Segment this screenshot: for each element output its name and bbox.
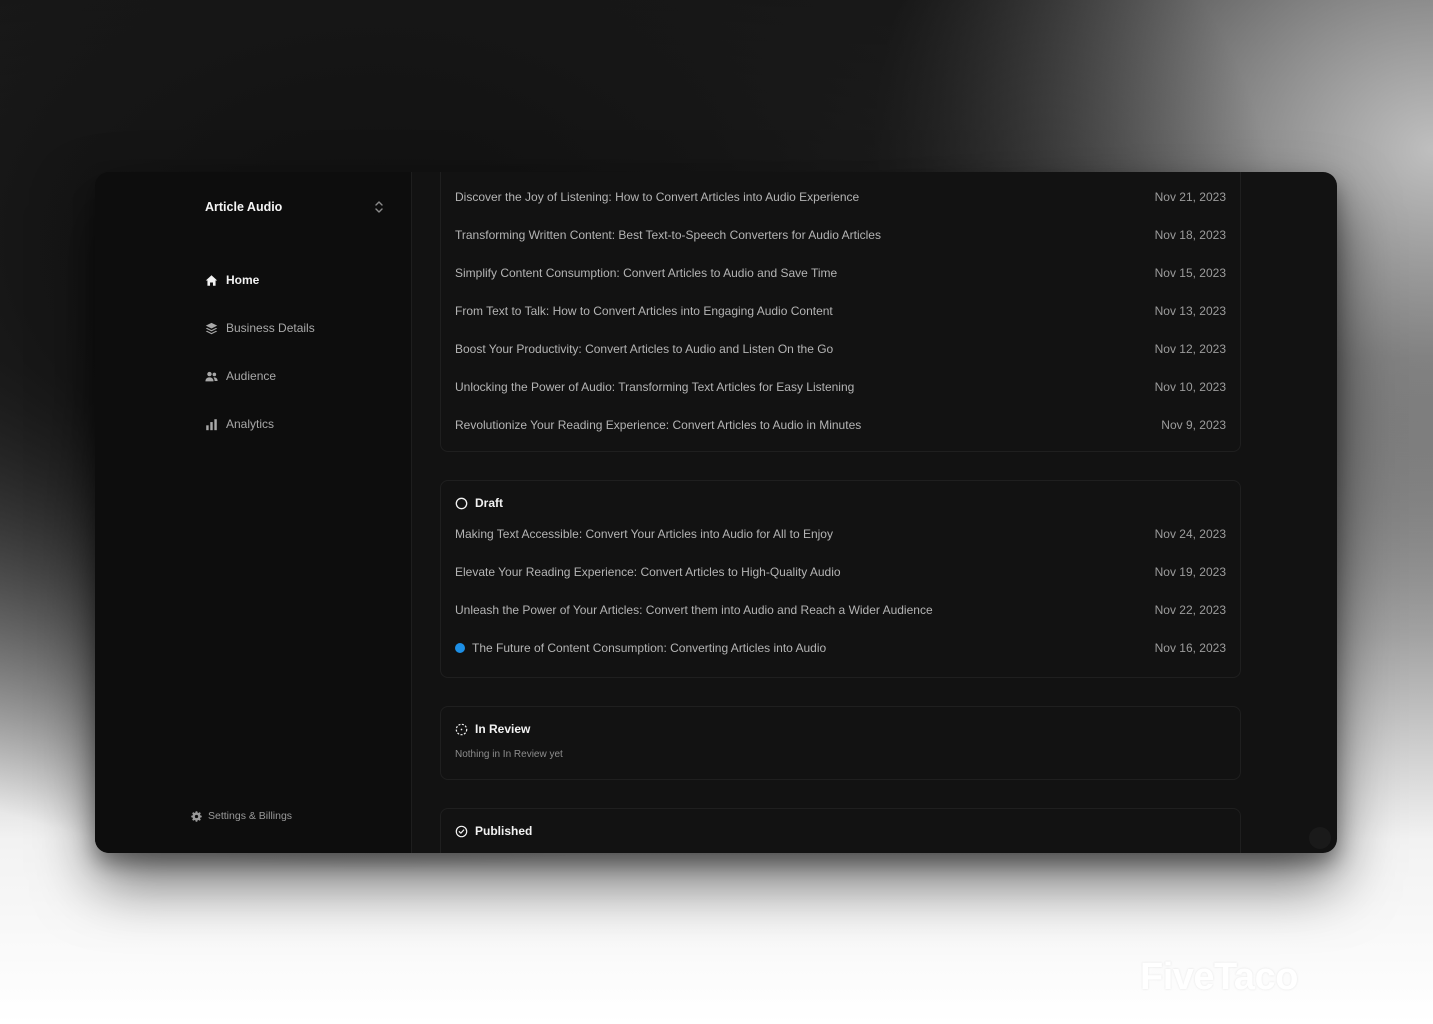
published-header[interactable]: Published: [441, 819, 1240, 843]
article-row[interactable]: Unlocking the Power of Audio: Transformi…: [441, 368, 1240, 406]
article-date: Nov 15, 2023: [1154, 266, 1226, 280]
home-icon: [205, 274, 218, 286]
article-row[interactable]: Boost Your Productivity: Convert Article…: [441, 330, 1240, 368]
article-date: Nov 21, 2023: [1154, 190, 1226, 204]
article-row[interactable]: From Text to Talk: How to Convert Articl…: [441, 292, 1240, 330]
in-review-header[interactable]: In Review: [441, 717, 1240, 741]
workspace-switcher[interactable]: Article Audio: [205, 200, 385, 214]
draft-section: Draft Making Text Accessible: Convert Yo…: [440, 480, 1241, 678]
article-row[interactable]: Elevate Your Reading Experience: Convert…: [441, 553, 1240, 591]
article-title: From Text to Talk: How to Convert Articl…: [455, 304, 833, 318]
users-icon: [205, 371, 218, 381]
chevron-up-down-icon: [375, 201, 383, 213]
article-row[interactable]: Discover the Joy of Listening: How to Co…: [441, 178, 1240, 216]
article-title: Transforming Written Content: Best Text-…: [455, 228, 881, 242]
main-content[interactable]: Discover the Joy of Listening: How to Co…: [412, 172, 1337, 853]
article-row[interactable]: Unleash the Power of Your Articles: Conv…: [441, 591, 1240, 629]
article-row[interactable]: Transforming Written Content: Best Text-…: [441, 216, 1240, 254]
sidebar-item-business-details[interactable]: Business Details: [205, 318, 315, 338]
app-window: Article Audio Home Business Details Audi…: [95, 172, 1337, 853]
article-row[interactable]: Simplify Content Consumption: Convert Ar…: [441, 254, 1240, 292]
article-title: Unlocking the Power of Audio: Transformi…: [455, 380, 855, 394]
dashed-circle-icon: [455, 723, 468, 735]
check-circle-icon: [455, 825, 468, 837]
article-title: Revolutionize Your Reading Experience: C…: [455, 418, 862, 432]
article-title: Elevate Your Reading Experience: Convert…: [455, 565, 841, 579]
section-title: Published: [475, 824, 533, 838]
circle-outline-icon: [455, 497, 468, 509]
sidebar-item-home[interactable]: Home: [205, 270, 315, 290]
published-section: Published: [440, 808, 1241, 853]
sidebar: Article Audio Home Business Details Audi…: [95, 172, 412, 853]
gear-icon: [191, 810, 202, 822]
sidebar-item-analytics[interactable]: Analytics: [205, 414, 315, 434]
article-title: Discover the Joy of Listening: How to Co…: [455, 190, 860, 204]
help-bubble[interactable]: [1309, 827, 1331, 849]
section-title: Draft: [475, 496, 504, 510]
article-title: Making Text Accessible: Convert Your Art…: [455, 527, 833, 541]
layers-icon: [205, 322, 218, 334]
article-title: Boost Your Productivity: Convert Article…: [455, 342, 834, 356]
workspace-name: Article Audio: [205, 200, 283, 214]
article-date: Nov 9, 2023: [1161, 418, 1226, 432]
article-date: Nov 18, 2023: [1154, 228, 1226, 242]
article-date: Nov 10, 2023: [1154, 380, 1226, 394]
article-date: Nov 24, 2023: [1154, 527, 1226, 541]
sidebar-item-label: Business Details: [226, 321, 315, 335]
article-date: Nov 12, 2023: [1154, 342, 1226, 356]
brand-watermark: FiveTaco: [1140, 956, 1298, 998]
article-row[interactable]: Making Text Accessible: Convert Your Art…: [441, 515, 1240, 553]
unread-dot-icon: [455, 643, 465, 653]
draft-header[interactable]: Draft: [441, 491, 1240, 515]
bar-chart-icon: [206, 418, 217, 430]
sidebar-item-label: Home: [226, 273, 260, 287]
settings-label: Settings & Billings: [208, 810, 293, 822]
article-title: Unleash the Power of Your Articles: Conv…: [455, 603, 933, 617]
article-title: Simplify Content Consumption: Convert Ar…: [455, 266, 838, 280]
article-date: Nov 13, 2023: [1154, 304, 1226, 318]
article-date: Nov 19, 2023: [1154, 565, 1226, 579]
article-row[interactable]: The Future of Content Consumption: Conve…: [441, 629, 1240, 667]
settings-billings-link[interactable]: Settings & Billings: [191, 810, 292, 822]
article-title: The Future of Content Consumption: Conve…: [472, 641, 827, 655]
sidebar-nav: Home Business Details Audience Analytics: [205, 270, 315, 462]
section-title: In Review: [475, 722, 531, 736]
article-date: Nov 22, 2023: [1154, 603, 1226, 617]
article-title-with-indicator: The Future of Content Consumption: Conve…: [455, 641, 826, 655]
scheduled-section: Discover the Joy of Listening: How to Co…: [440, 172, 1241, 452]
sidebar-item-label: Analytics: [226, 417, 275, 431]
empty-state-text: Nothing in In Review yet: [455, 749, 563, 760]
sidebar-item-label: Audience: [226, 369, 277, 383]
sidebar-item-audience[interactable]: Audience: [205, 366, 315, 386]
in-review-section: In Review Nothing in In Review yet: [440, 706, 1241, 780]
article-row[interactable]: Revolutionize Your Reading Experience: C…: [441, 406, 1240, 444]
article-date: Nov 16, 2023: [1154, 641, 1226, 655]
